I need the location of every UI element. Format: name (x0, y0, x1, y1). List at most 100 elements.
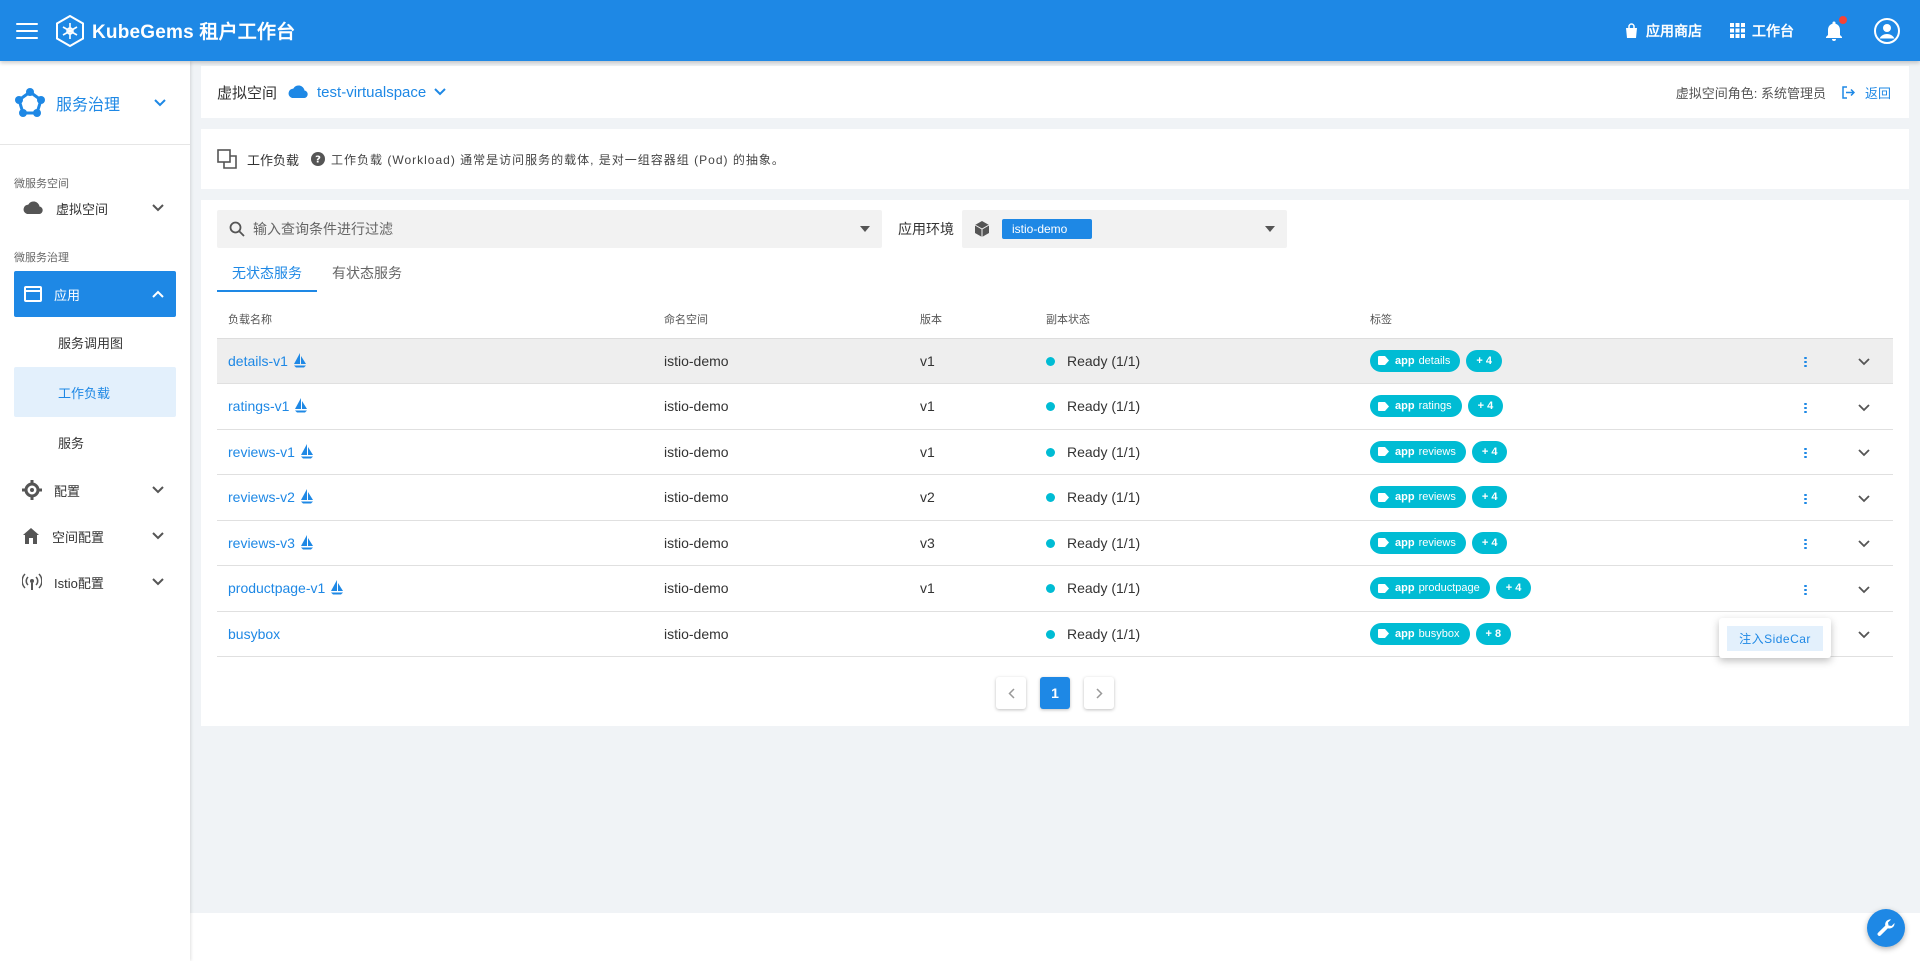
env-select[interactable]: istio-demo (962, 210, 1287, 248)
more-vert-icon[interactable] (1804, 584, 1807, 595)
tag-icon (1378, 583, 1389, 593)
chevron-down-icon[interactable] (1858, 403, 1870, 412)
cell-namespace: istio-demo (653, 474, 909, 521)
virtual-space-selector[interactable]: test-virtualspace (317, 84, 426, 101)
cell-status: Ready (1/1) (1035, 520, 1359, 566)
chevron-down-icon[interactable] (1858, 540, 1870, 548)
sidebar-item-config[interactable]: 配置 (0, 467, 190, 513)
cell-status: Ready (1/1) (1035, 429, 1359, 475)
workload-name-link[interactable]: busybox (228, 626, 280, 642)
virtual-space-bar: 虚拟空间 test-virtualspace 虚拟空间角色: 系统管理员 返回 (201, 66, 1909, 118)
table-row[interactable]: reviews-v2 istio-demo v2 Ready (1/1) app revi… (217, 474, 1893, 521)
more-labels-chip[interactable]: + 4 (1471, 531, 1508, 554)
chevron-down-icon[interactable] (1858, 585, 1870, 594)
label-chip: app productpage (1370, 577, 1490, 600)
sidebar-sub-call-graph[interactable]: 服务调用图 (0, 317, 190, 367)
chevron-down-icon[interactable] (434, 88, 446, 96)
more-labels-chip[interactable]: + 4 (1471, 440, 1508, 463)
more-vert-icon[interactable] (1804, 402, 1807, 413)
cell-namespace: istio-demo (653, 611, 909, 657)
wrench-icon (1877, 919, 1895, 936)
table-row[interactable]: ratings-v1 istio-demo v1 Ready (1/1) app rati… (217, 383, 1893, 430)
workload-name-link[interactable]: ratings-v1 (228, 398, 289, 414)
workload-description: 工作负载 (Workload) 通常是访问服务的载体, 是对一组容器组 (Pod… (331, 152, 785, 167)
sidebar-item-app[interactable]: 应用 (14, 271, 176, 317)
page-button-1[interactable]: 1 (1040, 677, 1070, 709)
workload-name-link[interactable]: details-v1 (228, 353, 288, 369)
table-row[interactable]: details-v1 istio-demo v1 Ready (1/1) app deta… (217, 338, 1893, 384)
more-labels-chip[interactable]: + 4 (1467, 395, 1504, 418)
workload-name-link[interactable]: reviews-v3 (228, 535, 295, 551)
istio-sail-icon (300, 534, 313, 550)
cell-status: Ready (1/1) (1035, 383, 1359, 430)
chevron-down-icon[interactable] (1858, 631, 1870, 639)
notification-dot (1839, 15, 1847, 24)
more-vert-icon[interactable] (1804, 493, 1807, 504)
section-micro-space: 微服务空间 (14, 178, 69, 190)
label-key: app (1395, 627, 1415, 640)
workload-name-link[interactable]: productpage-v1 (228, 580, 325, 596)
col-header-expand (1847, 300, 1893, 339)
sidebar-sub-service[interactable]: 服务 (0, 417, 190, 467)
prev-page-button[interactable] (996, 677, 1026, 709)
cell-status: Ready (1/1) (1035, 565, 1359, 612)
label-value: reviews (1418, 536, 1456, 549)
label-chip: app busybox (1370, 622, 1470, 645)
table-row[interactable]: reviews-v1 istio-demo v1 Ready (1/1) app revi… (217, 429, 1893, 475)
cell-version: v1 (909, 383, 1035, 430)
label-chip: app reviews (1370, 486, 1466, 509)
more-vert-icon[interactable] (1804, 357, 1807, 368)
more-vert-icon[interactable] (1804, 448, 1807, 459)
more-labels-chip[interactable]: + 8 (1475, 622, 1512, 645)
account-icon[interactable] (1874, 17, 1900, 44)
tag-icon (1378, 447, 1389, 457)
notifications-button[interactable] (1822, 15, 1847, 43)
more-labels-chip[interactable]: + 4 (1495, 577, 1532, 600)
pagination: 1 (217, 677, 1893, 709)
app-store-link[interactable]: 应用商店 (1624, 21, 1702, 41)
search-filter[interactable] (217, 210, 882, 248)
cloud-icon (288, 85, 308, 98)
sidebar-module-switch[interactable]: 服务治理 (0, 61, 190, 145)
cell-labels: app productpage + 4 (1359, 565, 1793, 612)
status-text: Ready (1/1) (1067, 443, 1141, 460)
chevron-down-icon (154, 98, 166, 106)
cell-expand (1847, 474, 1893, 521)
chevron-down-icon[interactable] (1858, 449, 1870, 457)
workload-name-link[interactable]: reviews-v1 (228, 444, 295, 460)
back-button[interactable]: 返回 (1842, 83, 1891, 102)
label-key: app (1395, 536, 1415, 549)
inject-sidecar-menu-item[interactable]: 注入SideCar (1727, 625, 1823, 651)
sidebar-sub-workload[interactable]: 工作负载 (14, 367, 176, 417)
sidebar-item-virtual-space[interactable]: 虚拟空间 (0, 191, 190, 225)
next-page-button[interactable] (1084, 677, 1114, 709)
tag-icon (1378, 629, 1389, 639)
more-labels-chip[interactable]: + 4 (1471, 486, 1508, 509)
chevron-down-icon[interactable] (1858, 494, 1870, 503)
dropdown-arrow-icon[interactable] (1265, 226, 1275, 232)
workspace-link[interactable]: 工作台 (1730, 21, 1794, 41)
tab-stateful[interactable]: 有状态服务 (317, 260, 417, 292)
dropdown-arrow-icon[interactable] (860, 226, 870, 232)
chevron-down-icon[interactable] (1858, 358, 1870, 366)
tools-fab-button[interactable] (1867, 909, 1905, 947)
search-input[interactable] (253, 221, 860, 237)
tab-stateless[interactable]: 无状态服务 (217, 260, 317, 292)
more-labels-chip[interactable]: + 4 (1466, 349, 1502, 372)
more-vert-icon[interactable] (1804, 539, 1807, 550)
workload-name-link[interactable]: reviews-v2 (228, 489, 295, 505)
col-header-actions (1793, 300, 1847, 339)
istio-sail-icon (300, 443, 313, 459)
istio-sail-icon (300, 489, 313, 504)
table-row[interactable]: busybox istio-demo Ready (1/1) app busybox + … (217, 611, 1893, 657)
sidebar-item-istio-config[interactable]: Istio配置 (0, 559, 190, 605)
table-row[interactable]: productpage-v1 istio-demo v1 Ready (1/1) app… (217, 565, 1893, 612)
grid-icon (1730, 23, 1745, 38)
label-key: app (1395, 354, 1415, 367)
table-row[interactable]: reviews-v3 istio-demo v3 Ready (1/1) app revi… (217, 520, 1893, 566)
brand[interactable]: KubeGems 租户工作台 (54, 14, 295, 47)
sidebar-item-space-config[interactable]: 空间配置 (0, 513, 190, 559)
cell-status: Ready (1/1) (1035, 338, 1359, 384)
label-chip: app reviews (1370, 440, 1466, 463)
menu-icon[interactable] (16, 22, 38, 39)
